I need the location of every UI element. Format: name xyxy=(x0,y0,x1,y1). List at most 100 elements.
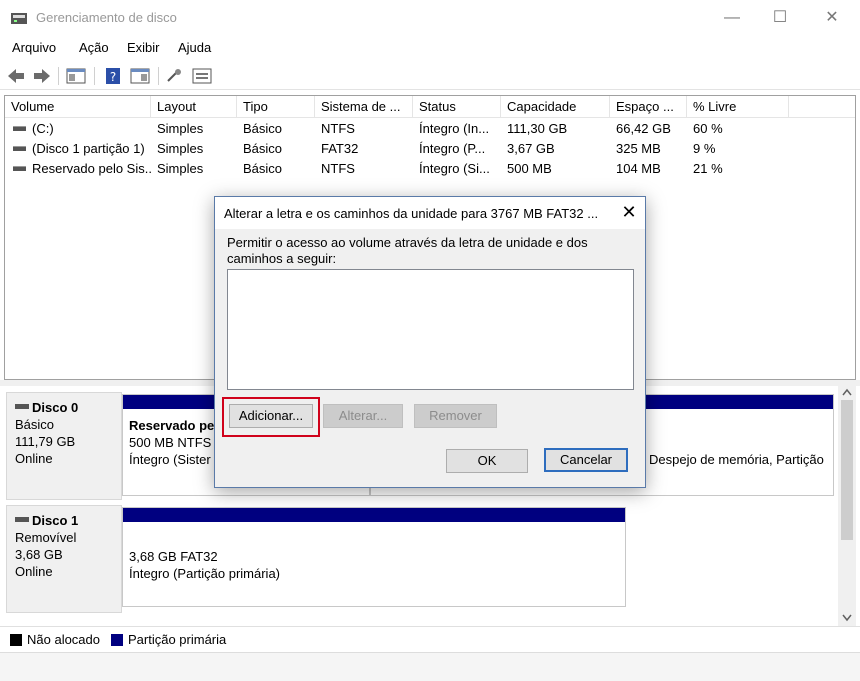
column-header-status[interactable]: Status xyxy=(413,96,501,118)
connect-icon[interactable] xyxy=(166,67,184,85)
disk-1-info[interactable]: Disco 1 Removível 3,68 GB Online xyxy=(6,505,122,613)
volume-icon xyxy=(13,146,26,152)
disk-0-size: 111,79 GB xyxy=(15,434,76,449)
tipo-cell: Básico xyxy=(243,141,283,156)
column-header-layout[interactable]: Layout xyxy=(151,96,237,118)
partition-status: Íntegro (Partição primária) xyxy=(129,566,280,581)
capacidade-cell: 3,67 GB xyxy=(507,141,555,156)
volume-icon xyxy=(13,166,26,172)
disk-1-type: Removível xyxy=(15,530,77,545)
toolbar-separator xyxy=(58,67,59,85)
espaco-cell: 104 MB xyxy=(616,161,661,176)
column-header-volume[interactable]: Volume xyxy=(5,96,151,118)
disk-icon xyxy=(15,517,29,523)
change-button[interactable]: Alterar... xyxy=(323,404,403,428)
espaco-cell: 66,42 GB xyxy=(616,121,671,136)
livre-cell: 21 % xyxy=(693,161,723,176)
remove-button[interactable]: Remover xyxy=(414,404,497,428)
menu-acao[interactable]: Ação xyxy=(79,40,109,55)
disk-1-size: 3,68 GB xyxy=(15,547,63,562)
disk-0-info[interactable]: Disco 0 Básico 111,79 GB Online xyxy=(6,392,122,500)
livre-cell: 60 % xyxy=(693,121,723,136)
layout-cell: Simples xyxy=(157,161,204,176)
disk-1-name: Disco 1 xyxy=(32,513,79,528)
list-view-icon[interactable] xyxy=(192,67,212,85)
volume-row[interactable]: Reservado pelo Sis... Simples Básico NTF… xyxy=(5,159,855,179)
disk-0-state: Online xyxy=(15,451,53,466)
change-drive-letter-dialog: Alterar a letra e os caminhos da unidade… xyxy=(214,196,646,488)
disk-management-icon xyxy=(11,13,27,24)
volume-list-header: Volume Layout Tipo Sistema de ... Status… xyxy=(5,96,855,118)
back-arrow-icon[interactable] xyxy=(6,67,26,85)
partition-details: 3,68 GB FAT32 Íntegro (Partição primária… xyxy=(129,548,280,582)
toolbar-separator xyxy=(94,67,95,85)
toolbar: ? xyxy=(0,62,860,90)
disk-icon xyxy=(15,404,29,410)
partition-size: 500 MB NTFS xyxy=(129,435,212,450)
volume-name: (C:) xyxy=(32,121,54,136)
dialog-title: Alterar a letra e os caminhos da unidade… xyxy=(224,206,599,221)
menu-ajuda[interactable]: Ajuda xyxy=(178,40,211,55)
close-button[interactable]: ✕ xyxy=(822,8,842,28)
primary-partition-bar xyxy=(123,508,625,522)
column-header-capacidade[interactable]: Capacidade xyxy=(501,96,610,118)
disk-1-title: Disco 1 xyxy=(15,512,113,529)
volume-cell: (Disco 1 partição 1) xyxy=(5,139,151,159)
capacidade-cell: 111,30 GB xyxy=(507,121,568,136)
primary-partition-swatch xyxy=(111,634,123,646)
status-cell: Íntegro (In... xyxy=(419,121,490,136)
status-cell: Íntegro (P... xyxy=(419,141,486,156)
tipo-cell: Básico xyxy=(243,121,283,136)
drive-paths-list[interactable] xyxy=(227,269,634,390)
add-button[interactable]: Adicionar... xyxy=(229,404,313,428)
volume-cell: (C:) xyxy=(5,119,151,139)
capacidade-cell: 500 MB xyxy=(507,161,552,176)
column-header-tipo[interactable]: Tipo xyxy=(237,96,315,118)
minimize-button[interactable]: — xyxy=(722,8,742,28)
svg-text:?: ? xyxy=(110,70,116,84)
sistema-cell: NTFS xyxy=(321,121,355,136)
layout-cell: Simples xyxy=(157,121,204,136)
disk-pane-scrollbar[interactable] xyxy=(838,386,856,626)
maximize-button[interactable]: ☐ xyxy=(770,8,790,28)
column-header-livre[interactable]: % Livre xyxy=(687,96,789,118)
help-icon[interactable]: ? xyxy=(104,67,122,85)
legend-unallocated: Não alocado xyxy=(27,632,100,647)
dialog-title-bar: Alterar a letra e os caminhos da unidade… xyxy=(215,197,645,229)
column-header-espaco[interactable]: Espaço ... xyxy=(610,96,687,118)
legend-primary-partition: Partição primária xyxy=(128,632,227,647)
volume-row[interactable]: (Disco 1 partição 1) Simples Básico FAT3… xyxy=(5,139,855,159)
console-tree-icon[interactable] xyxy=(66,67,86,85)
disk-1-partition-1[interactable]: 3,68 GB FAT32 Íntegro (Partição primária… xyxy=(122,507,626,607)
scroll-thumb[interactable] xyxy=(841,400,853,540)
disk-0-title: Disco 0 xyxy=(15,399,113,416)
properties-icon[interactable] xyxy=(130,67,150,85)
forward-arrow-icon[interactable] xyxy=(32,67,52,85)
legend: Não alocado Partição primária xyxy=(0,626,860,652)
partition-status: Despejo de memória, Partição xyxy=(649,452,824,467)
menu-exibir[interactable]: Exibir xyxy=(127,40,160,55)
window-title: Gerenciamento de disco xyxy=(36,10,177,25)
title-bar: Gerenciamento de disco — ☐ ✕ xyxy=(0,0,860,36)
menu-bar: Arquivo Ação Exibir Ajuda xyxy=(0,36,860,60)
ok-button[interactable]: OK xyxy=(446,449,528,473)
livre-cell: 9 % xyxy=(693,141,716,156)
scroll-down-icon[interactable] xyxy=(842,614,852,622)
partition-size: 3,68 GB FAT32 xyxy=(129,549,218,564)
tipo-cell: Básico xyxy=(243,161,283,176)
espaco-cell: 325 MB xyxy=(616,141,661,156)
menu-arquivo[interactable]: Arquivo xyxy=(12,40,56,55)
volume-row[interactable]: (C:) Simples Básico NTFS Íntegro (In... … xyxy=(5,119,855,139)
volume-icon xyxy=(13,126,26,132)
dialog-close-icon[interactable]: ✕ xyxy=(619,202,639,222)
column-header-sistema[interactable]: Sistema de ... xyxy=(315,96,413,118)
scroll-up-icon[interactable] xyxy=(842,388,852,396)
volume-name: (Disco 1 partição 1) xyxy=(32,141,145,156)
dialog-description: Permitir o acesso ao volume através da l… xyxy=(227,235,588,266)
disk-0-type: Básico xyxy=(15,417,55,432)
partition-status: Íntegro (Sister xyxy=(129,452,211,467)
status-strip xyxy=(0,652,860,681)
cancel-button[interactable]: Cancelar xyxy=(544,448,628,472)
volume-cell: Reservado pelo Sis... xyxy=(5,159,151,179)
disk-1-state: Online xyxy=(15,564,53,579)
